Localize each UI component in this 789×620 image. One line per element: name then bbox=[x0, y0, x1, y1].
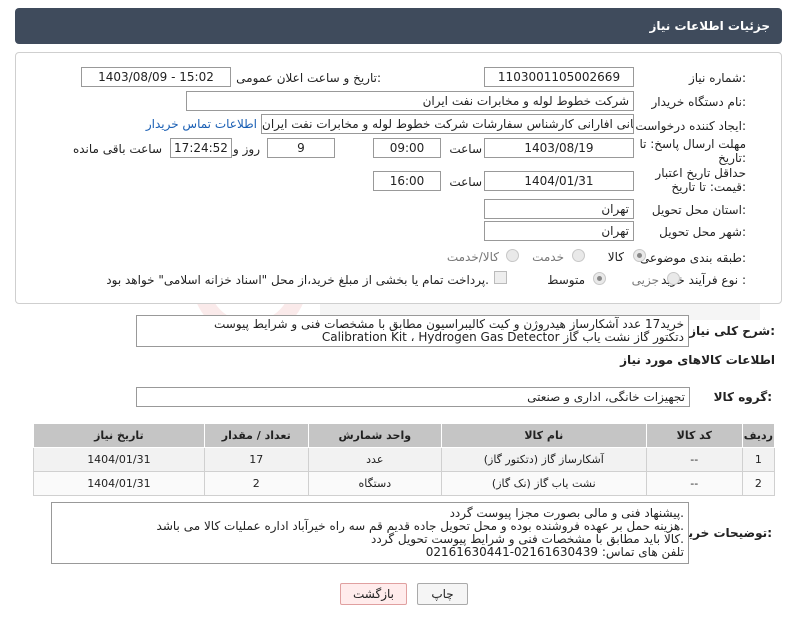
cell-name: آشکارساز گاز (دتکتور گاز) bbox=[440, 447, 647, 472]
remaining-label: ساعت باقی مانده bbox=[72, 142, 162, 156]
validity-date-field: 1404/01/31 bbox=[484, 171, 634, 191]
category-both-radio[interactable] bbox=[506, 249, 519, 262]
process-medium-label: متوسط bbox=[547, 273, 585, 287]
summary-label: شرح کلی نیاز: bbox=[689, 324, 775, 338]
creator-label: ایجاد کننده درخواست: bbox=[635, 119, 746, 133]
process-minor-label: جزیی bbox=[631, 273, 659, 287]
col-date: تاریخ نیاز bbox=[33, 423, 205, 448]
category-goods-radio[interactable] bbox=[633, 249, 646, 262]
deadline-label: مهلت ارسال پاسخ: تا تاریخ: bbox=[639, 137, 746, 165]
buyer-notes-field: پیشنهاد فنی و مالی بصورت مجزا پیوست گردد… bbox=[51, 502, 689, 564]
province-field: تهران bbox=[484, 199, 634, 219]
cell-unit: عدد bbox=[307, 447, 442, 472]
buyer-org-field: شرکت خطوط لوله و مخابرات نفت ایران bbox=[186, 91, 634, 111]
category-service-label: خدمت bbox=[532, 250, 564, 264]
table-row: 1 -- آشکارساز گاز (دتکتور گاز) عدد 17 14… bbox=[33, 447, 776, 472]
category-label: طبقه بندی موضوعی: bbox=[639, 251, 746, 265]
col-unit: واحد شمارش bbox=[307, 423, 442, 448]
table-header-row: ردیف کد کالا نام کالا واحد شمارش تعداد /… bbox=[33, 423, 776, 448]
validity-label: حداقل تاریخ اعتبار قیمت: تا تاریخ: bbox=[655, 166, 746, 194]
province-label: استان محل تحویل: bbox=[651, 203, 746, 217]
announce-field: 1403/08/09 - 15:02 bbox=[81, 67, 231, 87]
treasury-checkbox[interactable] bbox=[494, 271, 507, 284]
page-header: جزئیات اطلاعات نیاز bbox=[15, 8, 782, 44]
back-button[interactable]: بازگشت bbox=[340, 583, 407, 605]
cell-unit: دستگاه bbox=[307, 471, 442, 496]
creator-field: مهدی سلطانی افارانی کارشناس سفارشات شرکت… bbox=[261, 114, 634, 134]
cell-row: 2 bbox=[741, 471, 776, 496]
buyer-org-label: نام دستگاه خریدار: bbox=[651, 95, 747, 109]
buyer-note-line: تلفن های تماس: 02161630439-02161630441 bbox=[425, 545, 684, 559]
summary-field: خرید17 عدد آشکارساز هیدروژن و کیت کالیبر… bbox=[136, 315, 689, 347]
page-title: جزئیات اطلاعات نیاز bbox=[649, 19, 770, 33]
deadline-date-field: 1403/08/19 bbox=[484, 138, 634, 158]
col-code: کد کالا bbox=[645, 423, 743, 448]
table-row: 2 -- نشت یاب گاز (نک گاز) دستگاه 2 1404/… bbox=[33, 471, 776, 496]
category-goods-label: کالا bbox=[607, 250, 624, 264]
process-medium-radio[interactable] bbox=[593, 272, 606, 285]
col-name: نام کالا bbox=[440, 423, 647, 448]
validity-time-label: ساعت bbox=[449, 175, 482, 189]
remaining-time-field: 17:24:52 bbox=[170, 138, 232, 158]
col-qty: تعداد / مقدار bbox=[203, 423, 309, 448]
days-field: 9 bbox=[267, 138, 335, 158]
cell-qty: 2 bbox=[203, 471, 309, 496]
announce-label: تاریخ و ساعت اعلان عمومی: bbox=[236, 71, 381, 85]
category-service-radio[interactable] bbox=[572, 249, 585, 262]
goods-group-field: تجهیزات خانگی، اداری و صنعتی bbox=[136, 387, 690, 407]
deadline-time-label: ساعت bbox=[449, 142, 482, 156]
need-number-label: شماره نیاز: bbox=[688, 71, 746, 85]
goods-section-title: اطلاعات کالاهای مورد نیاز bbox=[620, 353, 775, 367]
cell-date: 1404/01/31 bbox=[33, 447, 205, 472]
items-table: ردیف کد کالا نام کالا واحد شمارش تعداد /… bbox=[33, 423, 776, 496]
validity-time-field: 16:00 bbox=[373, 171, 441, 191]
days-label: روز و bbox=[233, 142, 260, 156]
buyer-contact-link[interactable]: اطلاعات تماس خریدار bbox=[146, 117, 257, 131]
cell-qty: 17 bbox=[203, 447, 309, 472]
cell-date: 1404/01/31 bbox=[33, 471, 205, 496]
deadline-time-field: 09:00 bbox=[373, 138, 441, 158]
cell-row: 1 bbox=[741, 447, 776, 472]
goods-group-label: گروه کالا: bbox=[713, 390, 772, 404]
summary-line-2: Calibration Kit ، Hydrogen Gas Detector … bbox=[321, 330, 684, 344]
cell-code: -- bbox=[645, 447, 743, 472]
category-both-label: کالا/خدمت bbox=[446, 250, 499, 264]
col-row: ردیف bbox=[741, 423, 776, 448]
city-label: شهر محل تحویل: bbox=[659, 225, 746, 239]
city-field: تهران bbox=[484, 221, 634, 241]
print-button[interactable]: چاپ bbox=[417, 583, 468, 605]
process-minor-radio[interactable] bbox=[667, 272, 680, 285]
treasury-note: پرداخت تمام یا بخشی از مبلغ خرید،از محل … bbox=[106, 273, 489, 287]
cell-code: -- bbox=[645, 471, 743, 496]
cell-name: نشت یاب گاز (نک گاز) bbox=[440, 471, 647, 496]
need-number-field: 1103001105002669 bbox=[484, 67, 634, 87]
